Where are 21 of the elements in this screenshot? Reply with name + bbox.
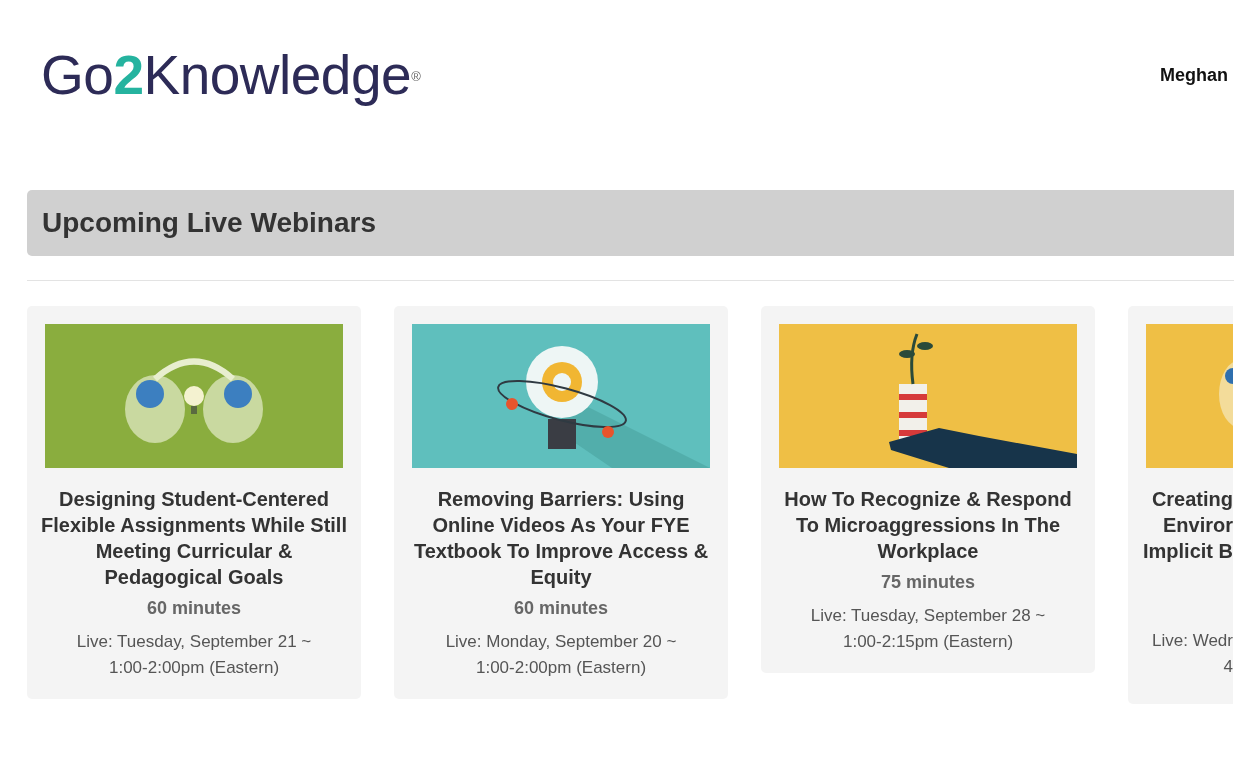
webinar-card[interactable]: Designing Student-Centered Flexible Assignments While Still Meeting Curricular & Pedagogical Goals 60 minutes Live: Tuesday, September 21 ~ 1:00-2:00pm (Eastern) [27, 306, 361, 699]
webinar-schedule: Live: Tuesday, September 28 ~ 1:00-2:15pm (Eastern) [809, 605, 1047, 653]
webinar-schedule: Live: Tuesday, September 21 ~ 1:00-2:00pm (Eastern) [75, 631, 313, 679]
webinar-duration: 60 minutes [146, 598, 241, 619]
webinar-title[interactable]: Designing Student-Centered Flexible Assignments While Still Meeting Curricular & Pedagogical Goals [41, 486, 347, 590]
webinar-schedule-line: 4 [1223, 656, 1233, 678]
webinar-duration: 60 minutes [513, 598, 608, 619]
webinar-card[interactable]: How To Recognize & Respond To Microaggressions In The Workplace 75 minutes Live: Tuesday, September 28 ~ 1:00-2:15pm (Eastern) [761, 306, 1095, 673]
webinar-title-line[interactable]: Implicit B [1143, 538, 1233, 564]
user-name[interactable]: Meghan [1160, 64, 1228, 86]
logo[interactable]: Go2Knowledge$^{®}$ [41, 44, 421, 106]
webinar-title[interactable]: How To Recognize & Respond To Microaggressions In The Workplace [775, 486, 1081, 564]
webinar-duration: 75 minutes [880, 572, 975, 593]
webinar-title-line[interactable]: Creating [1151, 486, 1233, 512]
webinar-title-line[interactable]: Enviror [1162, 512, 1233, 538]
webinar-schedule-line: Live: Wedr [1152, 630, 1233, 652]
section-title: Upcoming Live Webinars [42, 207, 376, 239]
webinar-card[interactable]: Removing Barriers: Using Online Videos As Your FYE Textbook To Improve Access & Equity 60 minutes Live: Monday, September 20 ~ 1:00-2:00pm (Eastern) [394, 306, 728, 699]
webinar-title[interactable]: Removing Barriers: Using Online Videos As Your FYE Textbook To Improve Access & Equity [408, 486, 714, 590]
webinar-schedule: Live: Monday, September 20 ~ 1:00-2:00pm (Eastern) [444, 631, 678, 679]
webinar-card[interactable]: Creating Enviror Implicit B Live: Wedr 4 [1128, 306, 1233, 704]
